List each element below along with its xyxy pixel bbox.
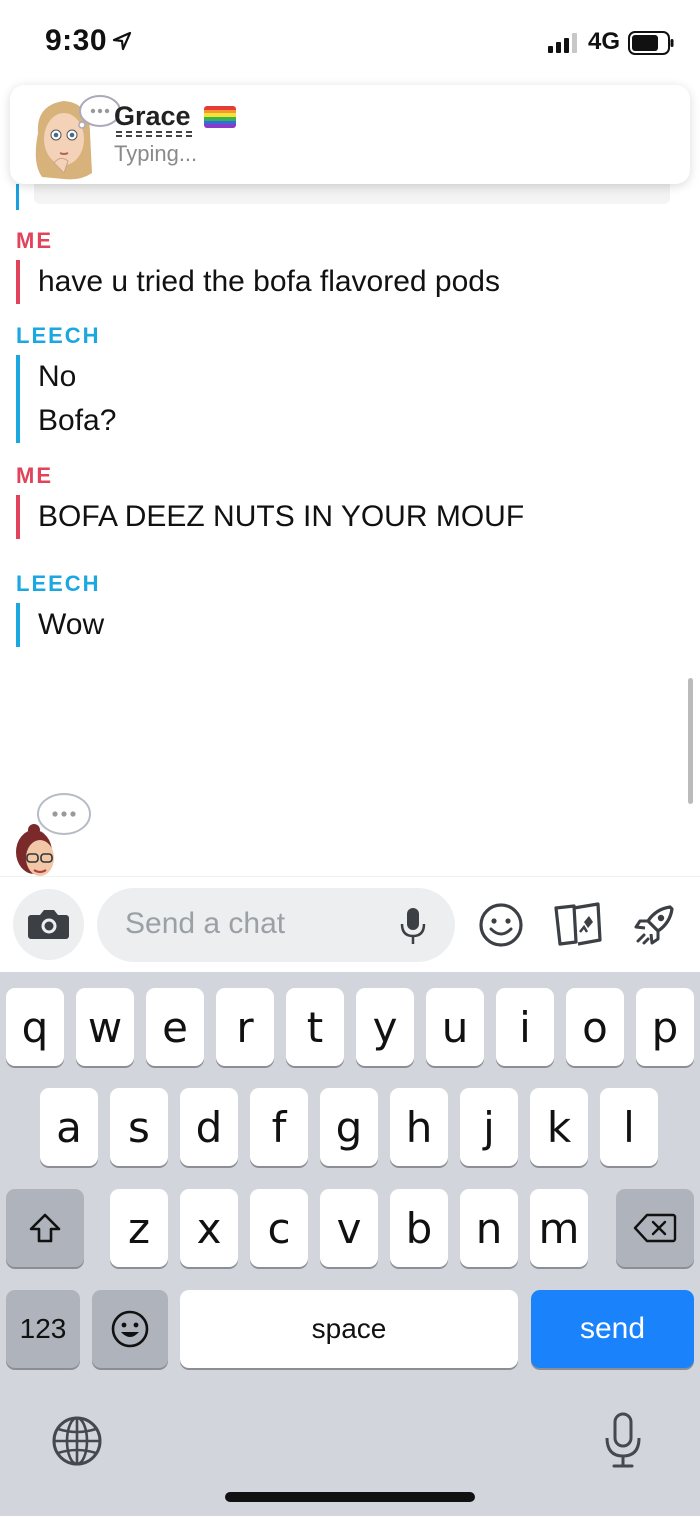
dictation-microphone-icon[interactable] [604,1412,642,1470]
sender-label-me: ME [16,463,53,488]
numbers-key[interactable]: 123 [6,1290,80,1368]
chat-header-card[interactable]: Grace Typing... [10,85,690,184]
key-x[interactable]: x [180,1189,238,1267]
previous-media-snippet[interactable] [34,184,670,204]
sender-label-me: ME [16,228,53,253]
location-arrow-icon [112,31,132,51]
microphone-icon[interactable] [399,906,427,946]
key-g[interactable]: g [320,1088,378,1166]
key-j[interactable]: j [460,1088,518,1166]
globe-icon[interactable] [50,1414,104,1468]
key-e[interactable]: e [146,988,204,1066]
key-b[interactable]: b [390,1189,448,1267]
typing-status: Typing... [114,141,198,166]
key-t[interactable]: t [286,988,344,1066]
chat-input-field[interactable]: Send a chat [97,888,455,962]
camera-icon [28,910,69,939]
message-text: have u tried the bofa flavored pods [38,265,500,298]
key-f[interactable]: f [250,1088,308,1166]
message-block[interactable]: BOFA DEEZ NUTS IN YOUR MOUF [16,495,524,539]
message-block[interactable]: have u tried the bofa flavored pods [16,260,500,304]
scroll-indicator[interactable] [688,678,693,804]
key-u[interactable]: u [426,988,484,1066]
typing-underline [116,131,192,137]
key-a[interactable]: a [40,1088,98,1166]
message-text: Bofa? [38,404,117,437]
typing-bitmoji-icon [16,793,91,876]
bitmoji-avatar [35,95,120,180]
key-q[interactable]: q [6,988,64,1066]
key-d[interactable]: d [180,1088,238,1166]
message-indicator-bar [16,184,19,210]
chat-input-placeholder: Send a chat [125,907,286,940]
contact-name[interactable]: Grace [114,101,191,132]
rocket-icon[interactable] [630,901,678,949]
shift-arrow-icon [29,1213,61,1243]
delete-key[interactable] [616,1189,694,1267]
message-text: Wow [38,608,105,641]
key-p[interactable]: p [636,988,694,1066]
message-text: BOFA DEEZ NUTS IN YOUR MOUF [38,500,525,533]
emoji-key[interactable] [92,1290,168,1368]
key-o[interactable]: o [566,988,624,1066]
key-y[interactable]: y [356,988,414,1066]
battery-icon [628,31,674,55]
key-r[interactable]: r [216,988,274,1066]
key-c[interactable]: c [250,1189,308,1267]
message-block[interactable]: No Bofa? [16,355,116,443]
message-text: No [38,360,77,393]
message-block[interactable]: Wow [16,603,104,647]
home-indicator[interactable] [225,1492,475,1502]
cards-icon[interactable] [552,902,604,948]
rainbow-flag-icon [204,106,236,128]
key-l[interactable]: l [600,1088,658,1166]
keyboard: q w e r t y u i o p a s d f g h j k l z … [0,972,700,1516]
send-key[interactable]: send [531,1290,694,1368]
key-h[interactable]: h [390,1088,448,1166]
network-type: 4G [588,28,621,55]
key-s[interactable]: s [110,1088,168,1166]
key-z[interactable]: z [110,1189,168,1267]
status-time: 9:30 [45,24,108,57]
sender-label-leech: LEECH [16,323,101,348]
camera-button[interactable] [13,889,84,960]
space-key[interactable]: space [180,1290,518,1368]
bitmoji-sticker-icon[interactable] [478,902,524,948]
sender-label-leech: LEECH [16,571,101,596]
key-k[interactable]: k [530,1088,588,1166]
backspace-icon [633,1213,677,1243]
key-v[interactable]: v [320,1189,378,1267]
shift-key[interactable] [6,1189,84,1267]
cellular-signal-icon [548,33,577,53]
key-m[interactable]: m [530,1189,588,1267]
key-n[interactable]: n [460,1189,518,1267]
chat-input-bar: Send a chat [0,876,700,972]
key-i[interactable]: i [496,988,554,1066]
key-w[interactable]: w [76,988,134,1066]
status-bar: 9:30 4G [0,0,700,88]
emoji-icon [111,1310,149,1348]
